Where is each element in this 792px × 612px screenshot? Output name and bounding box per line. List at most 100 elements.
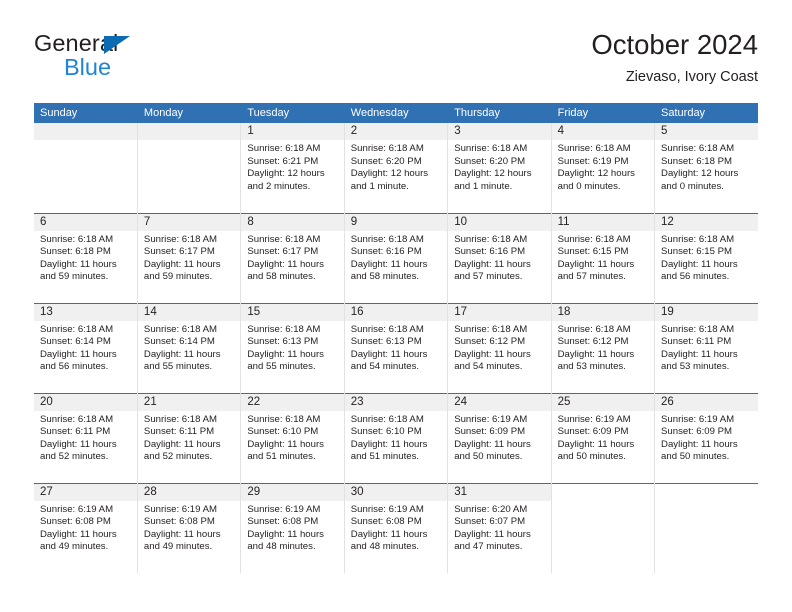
calendar-day-cell-empty	[137, 123, 242, 213]
sunrise-text: Sunrise: 6:18 AM	[350, 323, 424, 335]
day-sun-info: Sunrise: 6:19 AM Sunset: 6:09 PM Daylight:…	[448, 411, 550, 464]
day-number	[34, 123, 137, 140]
calendar-day-cell[interactable]: 25 Sunrise: 6:19 AM Sunset: 6:09 PM Dayligh…	[551, 392, 656, 483]
calendar-day-cell[interactable]: 5 Sunrise: 6:18 AM Sunset: 6:18 PM Daylight…	[654, 123, 758, 213]
sunrise-text: Sunrise: 6:18 AM	[557, 323, 631, 335]
calendar-day-cell[interactable]: 23 Sunrise: 6:18 AM Sunset: 6:10 PM Dayligh…	[344, 392, 449, 483]
calendar-day-cell[interactable]: 18 Sunrise: 6:18 AM Sunset: 6:12 PM Dayligh…	[551, 302, 656, 393]
day-number: 10	[448, 213, 551, 231]
calendar-day-cell[interactable]: 21 Sunrise: 6:18 AM Sunset: 6:11 PM Dayligh…	[137, 392, 242, 483]
sunset-text: Sunset: 6:17 PM	[247, 246, 319, 258]
logo-text-blue: Blue	[64, 54, 112, 80]
calendar-day-cell[interactable]: 20 Sunrise: 6:18 AM Sunset: 6:11 PM Dayligh…	[34, 392, 138, 483]
day-number: 6	[34, 213, 137, 231]
weekday-header-tuesday: Tuesday	[240, 103, 345, 123]
sunset-text: Sunset: 6:09 PM	[557, 426, 629, 438]
calendar-day-cell[interactable]: 29 Sunrise: 6:19 AM Sunset: 6:08 PM Dayligh…	[240, 482, 345, 573]
sunrise-text: Sunrise: 6:18 AM	[454, 143, 528, 154]
calendar-day-cell[interactable]: 11 Sunrise: 6:18 AM Sunset: 6:15 PM Dayligh…	[551, 212, 656, 303]
sunset-text: Sunset: 6:10 PM	[350, 426, 422, 438]
calendar-day-cell[interactable]: 10 Sunrise: 6:18 AM Sunset: 6:16 PM Dayligh…	[447, 212, 552, 303]
calendar-day-cell[interactable]: 6 Sunrise: 6:18 AM Sunset: 6:18 PM Daylight…	[34, 212, 138, 303]
daylight-text: Daylight: 11 hours and 48 minutes.	[350, 528, 428, 553]
calendar-day-cell[interactable]: 17 Sunrise: 6:18 AM Sunset: 6:12 PM Dayligh…	[447, 302, 552, 393]
sunset-text: Sunset: 6:11 PM	[143, 426, 215, 438]
day-number: 27	[34, 483, 137, 501]
day-number: 22	[241, 393, 344, 411]
daylight-text: Daylight: 11 hours and 47 minutes.	[454, 528, 531, 553]
calendar-day-cell[interactable]: 19 Sunrise: 6:18 AM Sunset: 6:11 PM Dayligh…	[654, 302, 758, 393]
sunrise-text: Sunrise: 6:19 AM	[40, 503, 114, 515]
sunset-text: Sunset: 6:21 PM	[247, 155, 319, 167]
daylight-text: Daylight: 11 hours and 50 minutes.	[557, 438, 635, 463]
calendar-day-cell-empty	[654, 482, 758, 573]
calendar-day-cell[interactable]: 1 Sunrise: 6:18 AM Sunset: 6:21 PM Daylight…	[240, 123, 345, 213]
daylight-text: Daylight: 11 hours and 54 minutes.	[350, 348, 428, 373]
day-sun-info: Sunrise: 6:18 AM Sunset: 6:20 PM Daylight:…	[448, 140, 550, 193]
title-block: October 2024 Zievaso, Ivory Coast	[591, 28, 758, 87]
weekday-header-saturday: Saturday	[654, 103, 758, 123]
sunset-text: Sunset: 6:12 PM	[454, 336, 526, 348]
sunrise-text: Sunrise: 6:18 AM	[143, 413, 217, 425]
day-number: 2	[344, 123, 448, 140]
calendar-grid: Sunday Monday Tuesday Wednesday Thursday Frid…	[34, 103, 758, 573]
page-subtitle: Zievaso, Ivory Coast	[625, 69, 758, 85]
sunrise-text: Sunrise: 6:19 AM	[661, 413, 735, 425]
day-number	[137, 123, 241, 140]
calendar-day-cell[interactable]: 7 Sunrise: 6:18 AM Sunset: 6:17 PM Daylight…	[137, 212, 242, 303]
sunrise-text: Sunrise: 6:18 AM	[143, 233, 217, 245]
calendar-day-cell[interactable]: 8 Sunrise: 6:18 AM Sunset: 6:17 PM Daylight…	[240, 212, 345, 303]
sunrise-text: Sunrise: 6:19 AM	[247, 503, 321, 515]
calendar-day-cell[interactable]: 24 Sunrise: 6:19 AM Sunset: 6:09 PM Dayligh…	[447, 392, 552, 483]
day-number: 5	[655, 123, 758, 140]
calendar-day-cell[interactable]: 14 Sunrise: 6:18 AM Sunset: 6:14 PM Dayligh…	[137, 302, 242, 393]
day-number: 16	[344, 303, 448, 321]
calendar-day-cell[interactable]: 27 Sunrise: 6:19 AM Sunset: 6:08 PM Dayligh…	[34, 482, 138, 573]
daylight-text: Daylight: 11 hours and 54 minutes.	[454, 348, 531, 373]
calendar-week-row: 20 Sunrise: 6:18 AM Sunset: 6:11 PM Dayligh…	[34, 392, 758, 483]
day-sun-info: Sunrise: 6:18 AM Sunset: 6:14 PM Daylight:…	[138, 321, 240, 374]
calendar-day-cell[interactable]: 31 Sunrise: 6:20 AM Sunset: 6:07 PM Dayligh…	[447, 482, 552, 573]
calendar-week-row: 27 Sunrise: 6:19 AM Sunset: 6:08 PM Dayligh…	[34, 482, 758, 573]
sunrise-text: Sunrise: 6:20 AM	[454, 503, 528, 515]
daylight-text: Daylight: 11 hours and 59 minutes.	[143, 258, 221, 283]
daylight-text: Daylight: 11 hours and 56 minutes.	[661, 258, 738, 283]
calendar-day-cell[interactable]: 13 Sunrise: 6:18 AM Sunset: 6:14 PM Dayligh…	[34, 302, 138, 393]
daylight-text: Daylight: 11 hours and 58 minutes.	[350, 258, 428, 283]
calendar-day-cell[interactable]: 22 Sunrise: 6:18 AM Sunset: 6:10 PM Dayligh…	[240, 392, 345, 483]
day-sun-info: Sunrise: 6:18 AM Sunset: 6:17 PM Daylight:…	[138, 231, 240, 284]
calendar-day-cell[interactable]: 28 Sunrise: 6:19 AM Sunset: 6:08 PM Dayligh…	[137, 482, 242, 573]
sunset-text: Sunset: 6:19 PM	[557, 155, 629, 167]
calendar-day-cell[interactable]: 9 Sunrise: 6:18 AM Sunset: 6:16 PM Daylight…	[344, 212, 449, 303]
calendar-day-cell[interactable]: 30 Sunrise: 6:19 AM Sunset: 6:08 PM Dayligh…	[344, 482, 449, 573]
day-sun-info: Sunrise: 6:20 AM Sunset: 6:07 PM Daylight:…	[448, 501, 550, 554]
daylight-text: Daylight: 11 hours and 50 minutes.	[454, 438, 531, 463]
sunrise-text: Sunrise: 6:18 AM	[40, 233, 114, 245]
weekday-header-wednesday: Wednesday	[344, 103, 449, 123]
day-sun-info: Sunrise: 6:18 AM Sunset: 6:20 PM Daylight:…	[345, 140, 447, 193]
daylight-text: Daylight: 11 hours and 51 minutes.	[247, 438, 324, 463]
day-sun-info: Sunrise: 6:18 AM Sunset: 6:11 PM Daylight:…	[34, 411, 137, 464]
calendar-day-cell[interactable]: 16 Sunrise: 6:18 AM Sunset: 6:13 PM Dayligh…	[344, 302, 449, 393]
sunrise-text: Sunrise: 6:18 AM	[247, 413, 321, 425]
calendar-day-cell[interactable]: 2 Sunrise: 6:18 AM Sunset: 6:20 PM Daylight…	[344, 123, 449, 213]
sunset-text: Sunset: 6:12 PM	[557, 336, 629, 348]
calendar-body: 1 Sunrise: 6:18 AM Sunset: 6:21 PM Daylight…	[34, 123, 758, 573]
sunrise-text: Sunrise: 6:19 AM	[350, 503, 424, 515]
sunrise-text: Sunrise: 6:18 AM	[247, 143, 321, 154]
calendar-day-cell[interactable]: 4 Sunrise: 6:18 AM Sunset: 6:19 PM Daylight…	[551, 123, 656, 213]
day-number: 26	[655, 393, 758, 411]
sunset-text: Sunset: 6:13 PM	[247, 336, 319, 348]
calendar-day-cell[interactable]: 15 Sunrise: 6:18 AM Sunset: 6:13 PM Dayligh…	[240, 302, 345, 393]
daylight-text: Daylight: 11 hours and 55 minutes.	[247, 348, 324, 373]
calendar-day-cell[interactable]: 26 Sunrise: 6:19 AM Sunset: 6:09 PM Dayligh…	[654, 392, 758, 483]
sunrise-text: Sunrise: 6:18 AM	[40, 413, 114, 425]
weekday-header-row: Sunday Monday Tuesday Wednesday Thursday Frid…	[34, 103, 758, 123]
day-number: 17	[448, 303, 551, 321]
calendar-day-cell[interactable]: 3 Sunrise: 6:18 AM Sunset: 6:20 PM Daylight…	[447, 123, 552, 213]
day-number: 19	[655, 303, 758, 321]
calendar-day-cell[interactable]: 12 Sunrise: 6:18 AM Sunset: 6:15 PM Dayligh…	[654, 212, 758, 303]
sunset-text: Sunset: 6:08 PM	[350, 516, 422, 528]
sunrise-text: Sunrise: 6:18 AM	[661, 233, 735, 245]
day-number: 4	[551, 123, 655, 140]
